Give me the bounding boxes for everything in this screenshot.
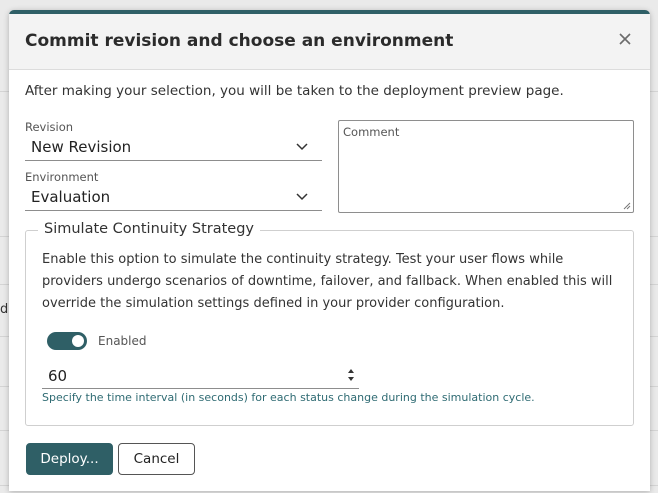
cancel-button[interactable]: Cancel [118, 443, 195, 475]
toggle-knob [72, 335, 84, 347]
deploy-button[interactable]: Deploy... [26, 443, 113, 475]
commit-revision-dialog: Commit revision and choose an environmen… [9, 10, 650, 491]
interval-input[interactable] [46, 364, 330, 388]
enabled-toggle[interactable] [47, 332, 87, 350]
environment-label: Environment [25, 170, 99, 184]
close-icon [619, 33, 631, 45]
number-spinner-icon[interactable] [346, 367, 356, 383]
revision-label: Revision [25, 120, 74, 134]
section-description: Enable this option to simulate the conti… [42, 252, 613, 311]
environment-select-value: Evaluation [31, 188, 111, 206]
close-button[interactable] [616, 30, 634, 48]
chevron-down-icon [296, 193, 308, 201]
resize-grip-icon[interactable] [623, 202, 631, 210]
section-legend: Simulate Continuity Strategy [38, 221, 260, 237]
revision-select[interactable]: New Revision [25, 134, 322, 161]
comment-textarea[interactable] [339, 121, 633, 212]
dialog-header: Commit revision and choose an environmen… [9, 14, 650, 70]
interval-input-wrapper [42, 362, 359, 389]
background-partial-text: d [0, 302, 9, 317]
environment-select[interactable]: Evaluation [25, 184, 322, 211]
interval-hint: Specify the time interval (in seconds) f… [42, 391, 535, 404]
revision-select-value: New Revision [31, 138, 132, 156]
comment-field [338, 120, 634, 213]
chevron-down-icon [296, 143, 308, 151]
dialog-intro-text: After making your selection, you will be… [25, 83, 564, 99]
dialog-title: Commit revision and choose an environmen… [25, 31, 454, 51]
enabled-toggle-label: Enabled [98, 334, 147, 348]
simulate-continuity-section: Simulate Continuity Strategy Enable this… [25, 221, 634, 426]
